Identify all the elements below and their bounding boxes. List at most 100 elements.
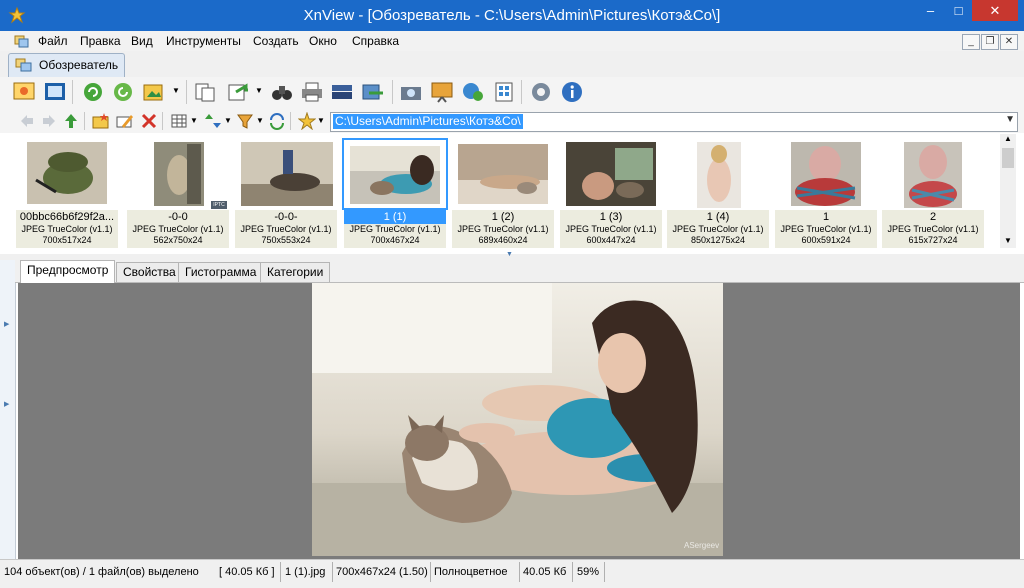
menu-create[interactable]: Создать xyxy=(250,33,302,49)
thumbnail-image xyxy=(791,142,861,206)
thumbnail-image xyxy=(241,142,333,206)
mdi-close-button[interactable]: ✕ xyxy=(1000,34,1018,50)
thumbnail-format: JPEG TrueColor (v1.1) xyxy=(240,224,332,234)
splitter-collapse-icon[interactable]: ▼ xyxy=(506,251,513,258)
toolbar-separator xyxy=(162,112,163,130)
sort-icon[interactable] xyxy=(204,112,222,130)
menu-tools[interactable]: Инструменты xyxy=(163,33,244,49)
thumbnail-dimensions: 700x517x24 xyxy=(42,235,92,245)
favorites-dropdown-arrow-icon[interactable]: ▼ xyxy=(317,116,325,125)
thumbnail-dimensions: 562x750x24 xyxy=(153,235,203,245)
browse-icon[interactable] xyxy=(12,80,36,104)
convert-icon[interactable] xyxy=(361,80,385,104)
toolbar-separator xyxy=(290,112,291,130)
mdi-minimize-button[interactable]: _ xyxy=(962,34,980,50)
thumbnail-dimensions: 689x460x24 xyxy=(478,235,528,245)
status-selected-size: [ 40.05 Кб ] xyxy=(219,566,275,578)
scan-icon[interactable] xyxy=(330,80,354,104)
thumbnail-item-selected[interactable]: 1 (1) JPEG TrueColor (v1.1) 700x467x24 xyxy=(342,134,448,248)
rename-icon[interactable] xyxy=(116,112,134,130)
print-icon[interactable] xyxy=(300,80,324,104)
forward-arrow-icon[interactable] xyxy=(40,112,58,130)
settings-gear-icon[interactable] xyxy=(529,80,553,104)
status-image-info: 700x467x24 (1.50) xyxy=(336,566,428,578)
new-folder-icon[interactable] xyxy=(92,112,110,130)
scroll-up-arrow-icon[interactable]: ▲ xyxy=(1004,134,1012,143)
thumbnail-item[interactable]: IPTC -0-0 JPEG TrueColor (v1.1) 562x750x… xyxy=(127,134,229,248)
maximize-button[interactable]: □ xyxy=(945,0,972,21)
thumbnail-item[interactable]: -0-0- JPEG TrueColor (v1.1) 750x553x24 xyxy=(235,134,337,248)
tab-browser-label: Обозреватель xyxy=(39,58,119,72)
sync-icon[interactable] xyxy=(268,112,286,130)
tab-categories[interactable]: Категории xyxy=(260,262,331,282)
scroll-down-arrow-icon[interactable]: ▼ xyxy=(1004,236,1012,245)
web-page-icon[interactable] xyxy=(461,80,485,104)
preview-image[interactable]: ASergeev xyxy=(312,283,723,556)
preview-watermark: ASergeev xyxy=(684,541,719,550)
menu-edit[interactable]: Правка xyxy=(77,33,124,49)
thumbnail-item[interactable]: 1 (2) JPEG TrueColor (v1.1) 689x460x24 xyxy=(452,134,554,248)
browser-doc-icon[interactable] xyxy=(14,33,30,49)
thumbnail-item[interactable]: 1 (3) JPEG TrueColor (v1.1) 600x447x24 xyxy=(560,134,662,248)
mdi-restore-button[interactable]: ❐ xyxy=(981,34,999,50)
filter-icon[interactable] xyxy=(236,112,254,130)
thumbnail-dimensions: 615x727x24 xyxy=(908,235,958,245)
favorites-star-icon[interactable] xyxy=(298,112,316,130)
thumbnail-format: JPEG TrueColor (v1.1) xyxy=(349,224,441,234)
thumbnail-item[interactable]: 2 JPEG TrueColor (v1.1) 615x727x24 xyxy=(882,134,984,248)
filter-dropdown-arrow-icon[interactable]: ▼ xyxy=(256,116,264,125)
contact-sheet-icon[interactable] xyxy=(492,80,516,104)
thumbnail-dimensions: 700x467x24 xyxy=(370,235,420,245)
back-arrow-icon[interactable] xyxy=(18,112,36,130)
close-button[interactable]: ✕ xyxy=(972,0,1018,21)
delete-icon[interactable] xyxy=(140,112,158,130)
view-mode-dropdown-arrow-icon[interactable]: ▼ xyxy=(190,116,198,125)
find-binoculars-icon[interactable] xyxy=(270,80,294,104)
xnview-logo-icon[interactable] xyxy=(8,6,26,24)
toolbar-separator xyxy=(72,80,73,104)
menu-help[interactable]: Справка xyxy=(349,33,402,49)
thumbnail-item[interactable]: 1 JPEG TrueColor (v1.1) 600x591x24 xyxy=(775,134,877,248)
status-summary: 104 объект(ов) / 1 файл(ов) выделено xyxy=(4,566,199,578)
minimize-button[interactable]: – xyxy=(916,0,945,21)
thumbnail-item[interactable]: 1 (4) JPEG TrueColor (v1.1) 850x1275x24 xyxy=(667,134,769,248)
capture-icon[interactable] xyxy=(399,80,423,104)
refresh-icon[interactable] xyxy=(111,80,135,104)
menu-window[interactable]: Окно xyxy=(306,33,340,49)
copy-icon[interactable] xyxy=(193,80,217,104)
expand-left-panel-icon[interactable]: ▶ xyxy=(4,320,9,328)
thumbnail-scrollbar[interactable]: ▲ ▼ xyxy=(1000,134,1016,248)
tab-properties[interactable]: Свойства xyxy=(116,262,183,282)
open-dropdown-arrow-icon[interactable]: ▼ xyxy=(172,86,180,95)
view-mode-icon[interactable] xyxy=(170,112,188,130)
address-dropdown-arrow-icon[interactable]: ▼ xyxy=(1005,114,1015,125)
left-panel-collapsed[interactable]: ▶ ▶ xyxy=(0,260,16,560)
status-zoom: 59% xyxy=(577,566,600,578)
address-path[interactable]: C:\Users\Admin\Pictures\Котэ&Co\ xyxy=(333,114,523,129)
fullscreen-icon[interactable] xyxy=(43,80,67,104)
thumbnail-item[interactable]: 00bbc66b6f29f2a... JPEG TrueColor (v1.1)… xyxy=(16,134,118,248)
thumbnail-image xyxy=(697,142,741,208)
title-bar[interactable]: XnView - [Обозреватель - C:\Users\Admin\… xyxy=(0,0,1024,31)
tab-histogram[interactable]: Гистограмма xyxy=(178,262,264,282)
refresh-green-icon[interactable] xyxy=(81,80,105,104)
export-icon[interactable] xyxy=(226,80,250,104)
up-folder-icon[interactable] xyxy=(62,112,80,130)
address-bar[interactable]: C:\Users\Admin\Pictures\Котэ&Co\ ▼ xyxy=(330,112,1018,132)
export-dropdown-arrow-icon[interactable]: ▼ xyxy=(255,86,263,95)
open-image-icon[interactable] xyxy=(142,80,166,104)
toolbar-separator xyxy=(186,80,187,104)
sort-dropdown-arrow-icon[interactable]: ▼ xyxy=(224,116,232,125)
slideshow-icon[interactable] xyxy=(430,80,454,104)
thumbnail-caption: 1 JPEG TrueColor (v1.1) 600x591x24 xyxy=(775,210,877,248)
iptc-badge: IPTC xyxy=(211,201,227,209)
tab-browser[interactable]: Обозреватель xyxy=(8,53,125,77)
info-icon[interactable] xyxy=(560,80,584,104)
tab-preview[interactable]: Предпросмотр xyxy=(20,260,116,283)
scrollbar-thumb[interactable] xyxy=(1002,148,1014,168)
thumbnail-name: 1 (1) xyxy=(344,210,446,224)
expand-left-panel-icon-2[interactable]: ▶ xyxy=(4,400,9,408)
thumbnail-caption: 1 (4) JPEG TrueColor (v1.1) 850x1275x24 xyxy=(667,210,769,248)
menu-view[interactable]: Вид xyxy=(128,33,156,49)
menu-file[interactable]: Файл xyxy=(35,33,71,49)
